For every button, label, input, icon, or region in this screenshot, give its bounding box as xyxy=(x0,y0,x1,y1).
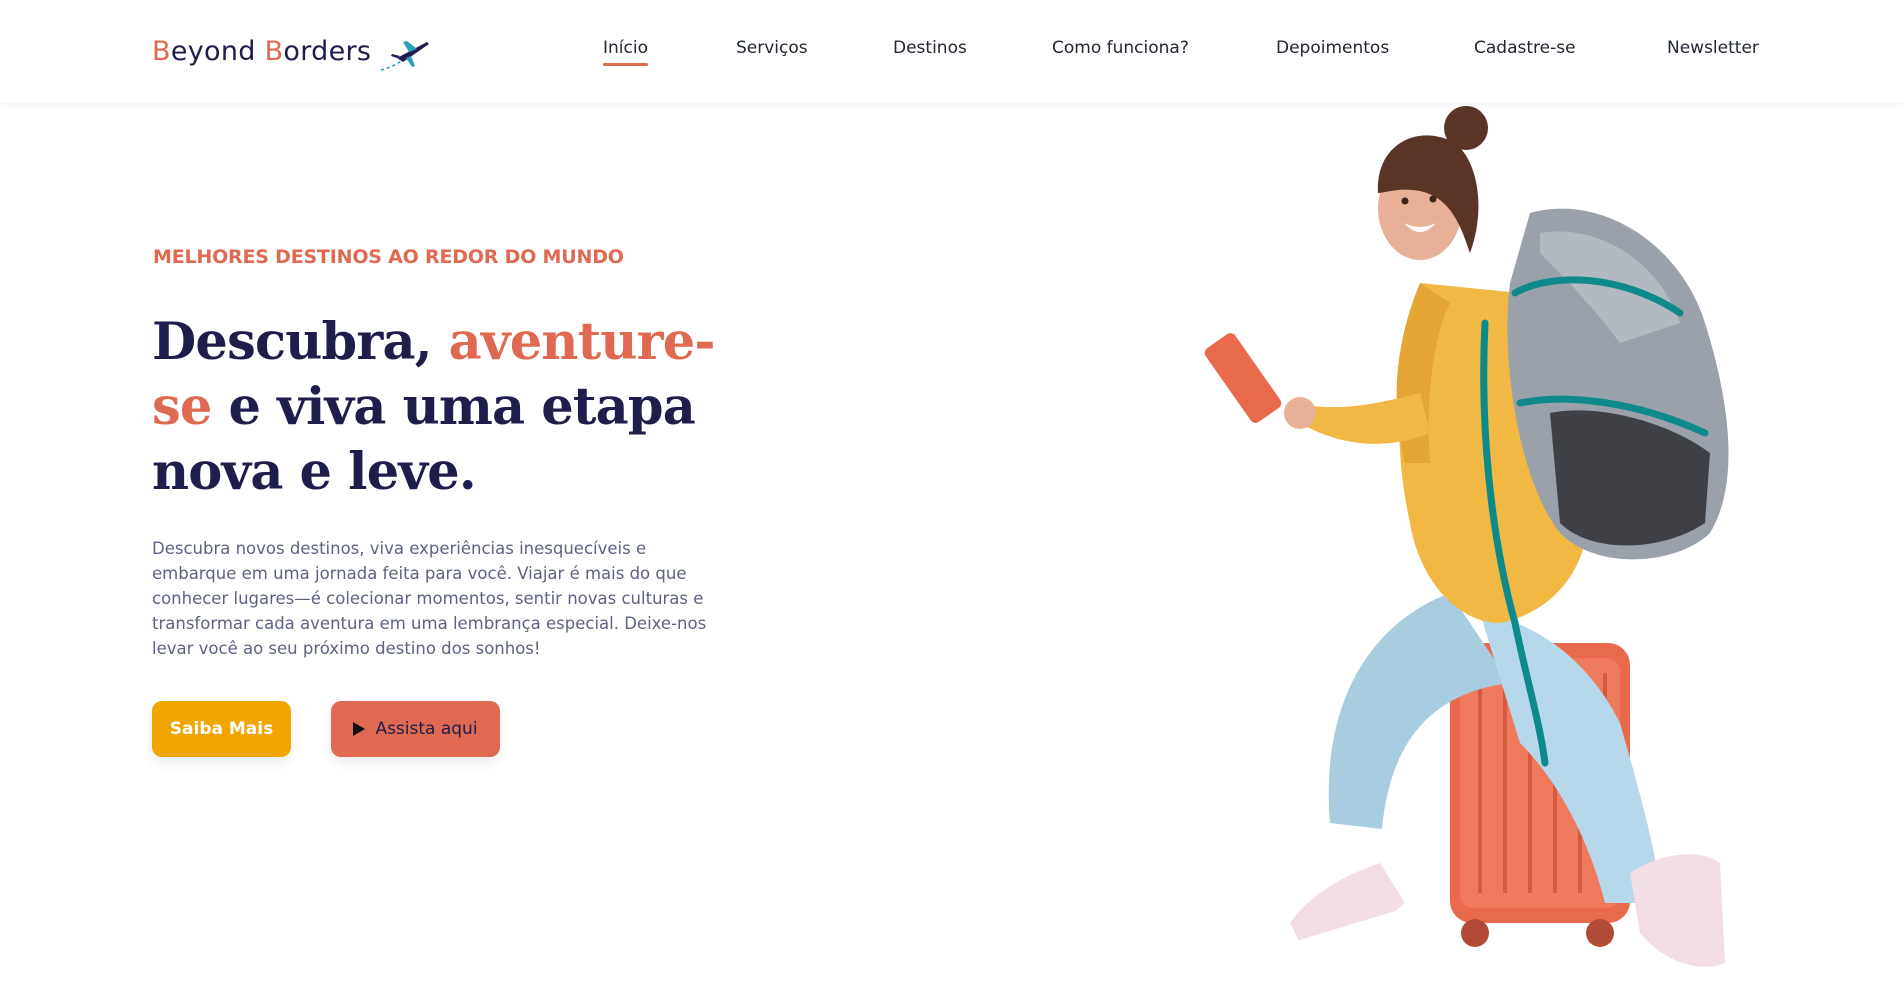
nav-item-como-funciona[interactable]: Como funciona? xyxy=(1052,38,1189,58)
nav-item-servicos[interactable]: Serviços xyxy=(736,38,808,58)
site-header: Beyond Borders Início Serviços Destinos … xyxy=(0,0,1904,103)
assista-aqui-button[interactable]: Assista aqui xyxy=(331,701,500,757)
hero-description: Descubra novos destinos, viva experiênci… xyxy=(152,539,707,658)
nav-item-inicio[interactable]: Início xyxy=(603,38,648,66)
saiba-mais-label: Saiba Mais xyxy=(169,719,274,739)
hero-eyebrow: MELHORES DESTINOS AO REDOR DO MUNDO xyxy=(153,246,624,268)
traveler-illustration xyxy=(1204,106,1729,967)
saiba-mais-button[interactable]: Saiba Mais xyxy=(152,701,291,757)
nav-item-newsletter[interactable]: Newsletter xyxy=(1667,38,1759,58)
headline-part-1: Descubra, xyxy=(152,312,449,372)
main-nav: Início Serviços Destinos Como funciona? … xyxy=(0,38,1904,68)
assista-aqui-label: Assista aqui xyxy=(375,719,478,739)
nav-item-depoimentos[interactable]: Depoimentos xyxy=(1276,38,1389,58)
hero-headline: Descubra, aventure-se e viva uma etapa n… xyxy=(152,310,752,505)
play-icon xyxy=(353,722,366,736)
nav-item-destinos[interactable]: Destinos xyxy=(893,38,967,58)
headline-part-2: e viva uma etapa nova e leve. xyxy=(152,377,696,502)
nav-item-cadastre-se[interactable]: Cadastre-se xyxy=(1474,38,1576,58)
